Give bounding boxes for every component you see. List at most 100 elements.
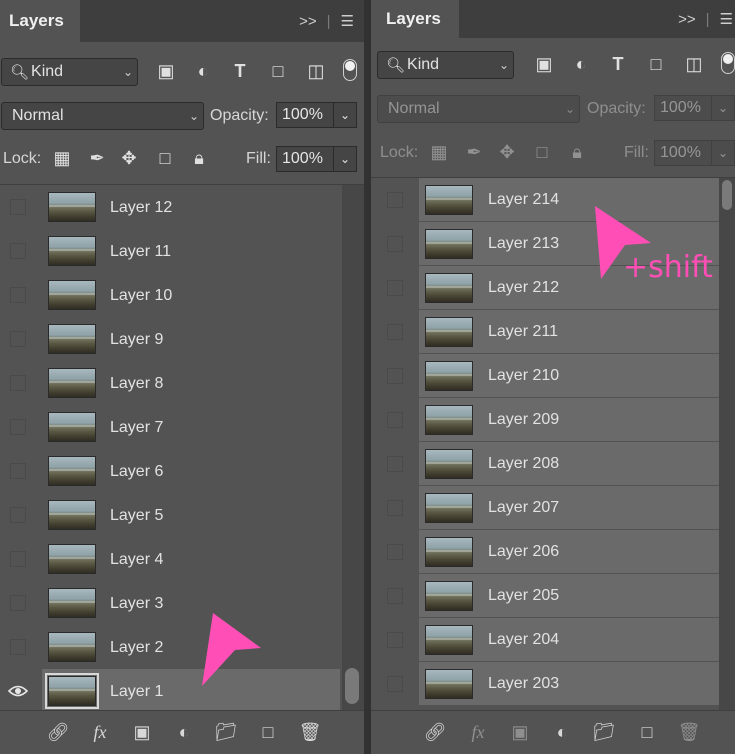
- panel-menu-icon[interactable]: ☰: [341, 12, 354, 30]
- fx-icon[interactable]: fx: [88, 720, 112, 744]
- tab-layers[interactable]: Layers: [371, 0, 459, 38]
- opacity-field[interactable]: 100% ⌄: [276, 102, 357, 128]
- add-mask-icon[interactable]: ▣: [130, 720, 154, 744]
- layer-row[interactable]: Layer 8: [0, 361, 364, 405]
- fill-field[interactable]: 100% ⌄: [276, 146, 357, 172]
- smart-object-filter-icon[interactable]: ◫: [305, 60, 327, 82]
- filter-toggle[interactable]: [343, 59, 357, 81]
- new-layer-icon[interactable]: □: [256, 720, 280, 744]
- layer-row[interactable]: Layer 4: [0, 537, 364, 581]
- fill-field[interactable]: 100% ⌄: [654, 140, 735, 166]
- visibility-toggle[interactable]: [0, 405, 36, 449]
- scrollbar-thumb[interactable]: [722, 180, 732, 210]
- layer-row[interactable]: Layer 3: [0, 581, 364, 625]
- layer-row-selected[interactable]: Layer 205: [371, 574, 735, 618]
- type-filter-icon[interactable]: T: [607, 53, 629, 75]
- lock-artboard-icon[interactable]: □: [154, 147, 176, 169]
- visibility-toggle[interactable]: [377, 266, 413, 310]
- visibility-toggle[interactable]: [0, 669, 36, 713]
- visibility-toggle[interactable]: [377, 530, 413, 574]
- chevron-down-icon[interactable]: ⌄: [333, 103, 356, 127]
- visibility-toggle[interactable]: [0, 581, 36, 625]
- layer-row[interactable]: Layer 6: [0, 449, 364, 493]
- visibility-toggle[interactable]: [377, 618, 413, 662]
- visibility-toggle[interactable]: [377, 354, 413, 398]
- lock-all-icon[interactable]: 🔒︎: [566, 141, 588, 163]
- image-filter-icon[interactable]: ▣: [155, 60, 177, 82]
- layer-row-selected[interactable]: Layer 214: [371, 178, 735, 222]
- panel-menu-icon[interactable]: ☰: [720, 10, 733, 28]
- adjustment-filter-icon[interactable]: ◐: [192, 60, 214, 82]
- layer-row-selected[interactable]: Layer 210: [371, 354, 735, 398]
- layer-row[interactable]: Layer 9: [0, 317, 364, 361]
- chevron-down-icon[interactable]: ⌄: [711, 141, 734, 165]
- new-layer-icon[interactable]: □: [635, 720, 659, 744]
- blend-mode-select[interactable]: Normal ⌄: [377, 95, 580, 123]
- new-adjustment-icon[interactable]: ◐: [550, 720, 574, 744]
- visibility-toggle[interactable]: [377, 662, 413, 706]
- visibility-toggle[interactable]: [0, 625, 36, 669]
- smart-object-filter-icon[interactable]: ◫: [683, 53, 705, 75]
- layer-row-selected[interactable]: Layer 203: [371, 662, 735, 706]
- lock-artboard-icon[interactable]: □: [531, 141, 553, 163]
- layer-row[interactable]: Layer 12: [0, 185, 364, 229]
- collapse-panel-icon[interactable]: >>: [678, 11, 696, 28]
- visibility-toggle[interactable]: [377, 574, 413, 618]
- tab-layers[interactable]: Layers: [0, 0, 80, 42]
- delete-layer-icon[interactable]: 🗑︎: [298, 720, 322, 744]
- visibility-toggle[interactable]: [0, 493, 36, 537]
- delete-layer-icon[interactable]: 🗑︎: [677, 720, 701, 744]
- adjustment-filter-icon[interactable]: ◐: [570, 53, 592, 75]
- visibility-toggle[interactable]: [0, 185, 36, 229]
- lock-all-icon[interactable]: 🔒︎: [188, 147, 210, 169]
- add-mask-icon[interactable]: ▣: [508, 720, 532, 744]
- layer-row-selected[interactable]: Layer 208: [371, 442, 735, 486]
- visibility-toggle[interactable]: [0, 229, 36, 273]
- visibility-toggle[interactable]: [377, 310, 413, 354]
- layer-row[interactable]: Layer 2: [0, 625, 364, 669]
- shape-filter-icon[interactable]: □: [267, 60, 289, 82]
- type-filter-icon[interactable]: T: [229, 60, 251, 82]
- scrollbar-track[interactable]: [342, 185, 364, 710]
- layer-row[interactable]: Layer 7: [0, 405, 364, 449]
- layer-row-selected[interactable]: Layer 211: [371, 310, 735, 354]
- lock-image-pixels-icon[interactable]: ✒: [86, 147, 108, 169]
- new-group-icon[interactable]: 📁︎: [214, 720, 238, 744]
- layer-row-selected[interactable]: Layer 209: [371, 398, 735, 442]
- collapse-panel-icon[interactable]: >>: [299, 13, 317, 30]
- blend-mode-select[interactable]: Normal ⌄: [1, 102, 204, 130]
- new-adjustment-icon[interactable]: ◐: [172, 720, 196, 744]
- layer-row[interactable]: Layer 5: [0, 493, 364, 537]
- layer-row-selected[interactable]: Layer 206: [371, 530, 735, 574]
- visibility-toggle[interactable]: [0, 273, 36, 317]
- scrollbar-thumb[interactable]: [345, 668, 359, 704]
- visibility-toggle[interactable]: [0, 361, 36, 405]
- visibility-toggle[interactable]: [0, 317, 36, 361]
- layer-row-selected[interactable]: Layer 1: [0, 669, 364, 713]
- lock-image-pixels-icon[interactable]: ✒: [463, 141, 485, 163]
- image-filter-icon[interactable]: ▣: [533, 53, 555, 75]
- visibility-toggle[interactable]: [377, 178, 413, 222]
- filter-toggle[interactable]: [721, 52, 735, 74]
- lock-position-icon[interactable]: ✥: [496, 141, 518, 163]
- visibility-toggle[interactable]: [0, 537, 36, 581]
- fx-icon[interactable]: fx: [466, 720, 490, 744]
- chevron-down-icon[interactable]: ⌄: [711, 96, 734, 120]
- lock-transparent-pixels-icon[interactable]: ▦: [51, 147, 73, 169]
- layer-row[interactable]: Layer 10: [0, 273, 364, 317]
- layer-row[interactable]: Layer 11: [0, 229, 364, 273]
- scrollbar-track[interactable]: [719, 178, 735, 710]
- visibility-toggle[interactable]: [377, 486, 413, 530]
- new-group-icon[interactable]: 📁︎: [592, 720, 616, 744]
- lock-transparent-pixels-icon[interactable]: ▦: [428, 141, 450, 163]
- filter-kind-select[interactable]: 🔍︎ Kind ⌄: [377, 51, 514, 79]
- layer-row-selected[interactable]: Layer 204: [371, 618, 735, 662]
- link-layers-icon[interactable]: 🔗︎: [46, 720, 70, 744]
- visibility-toggle[interactable]: [377, 222, 413, 266]
- opacity-field[interactable]: 100% ⌄: [654, 95, 735, 121]
- visibility-toggle[interactable]: [377, 398, 413, 442]
- filter-kind-select[interactable]: 🔍︎ Kind ⌄: [1, 58, 138, 86]
- lock-position-icon[interactable]: ✥: [118, 147, 140, 169]
- chevron-down-icon[interactable]: ⌄: [333, 147, 356, 171]
- visibility-toggle[interactable]: [377, 442, 413, 486]
